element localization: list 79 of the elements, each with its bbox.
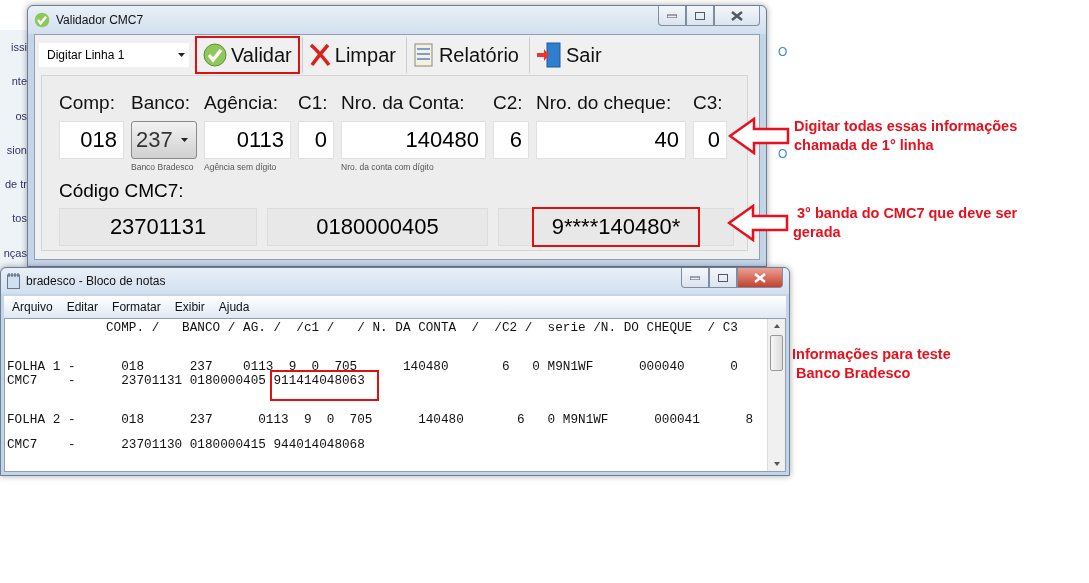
annotation-text: 3° banda do CMC7 que deve ser [796,204,1018,223]
menu-item[interactable]: Editar [60,300,105,314]
input-field[interactable]: 40 [536,121,686,159]
field-label: Nro. do cheque: [536,92,673,115]
notepad-icon [7,273,20,289]
sidebar-link[interactable]: de tr [5,167,27,202]
close-icon [731,10,743,21]
minimize-icon [690,275,700,280]
close-button[interactable] [714,6,760,26]
annotation-text: gerada [793,223,842,242]
minimize-button[interactable] [658,6,686,26]
exit-door-icon [535,42,562,68]
sidebar-link[interactable]: nte [11,64,27,99]
menu-item[interactable]: Exibir [168,300,211,314]
field-label: Banco: [131,92,192,115]
x-mark-icon [308,43,331,67]
input-field[interactable]: 6 [493,121,529,159]
sidebar-link[interactable]: nças [3,235,27,270]
field-label: Comp: [59,92,116,115]
input-field[interactable]: 140480 [341,121,486,159]
field-label: C3: [693,92,724,115]
report-button[interactable]: Relatório [405,36,527,74]
menu-item[interactable]: Ajuda [212,300,256,314]
sidebar-link[interactable]: tos [12,201,27,236]
link[interactable]: O [778,45,788,59]
field-label: C2: [493,92,524,115]
text-line: COMP. / BANCO / AG. / /c1 / / N. DA CONTA / /C2 / serie /N. DO CHEQUE / C3 [104,321,739,335]
field-label: C1: [298,92,329,115]
maximize-button[interactable] [686,6,714,26]
minimize-button[interactable] [681,268,709,288]
sidebar-link[interactable]: issi [11,30,27,65]
field-hint: Agência sem dígito [204,162,278,174]
link[interactable]: O [778,147,788,161]
app-icon [34,12,50,28]
annotation-text: Digitar todas essas informações [794,117,1018,136]
field-label: Agência: [204,92,279,115]
annotation-text: Banco Bradesco [795,364,912,383]
caret-icon [178,53,185,57]
input-field[interactable]: 018 [59,121,124,159]
cmc7-label: Código CMC7: [59,180,185,203]
sidebar-link[interactable]: os [15,98,27,133]
callout-arrow [727,204,789,242]
caret-icon [181,138,188,142]
report-icon [412,43,435,67]
field-hint: Nro. da conta com dígito [341,162,435,174]
text-area[interactable] [4,318,786,472]
exit-button[interactable]: Sair [528,36,610,74]
menu-item[interactable]: Formatar [106,300,167,314]
menu-item[interactable]: Arquivo [6,300,59,314]
field-label: Nro. da Conta: [341,92,466,115]
checkmark-icon [203,43,227,67]
input-field[interactable]: 0 [693,121,727,159]
field-hint: Banco Bradesco [131,162,195,174]
bank-dropdown[interactable]: 237 [131,121,197,159]
input-field[interactable]: 0113 [204,121,291,159]
window-title: bradesco - Bloco de notas [26,274,167,288]
window-title: Validador CMC7 [56,13,145,27]
close-icon [754,272,766,283]
close-button[interactable] [737,268,783,288]
minimize-icon [667,13,677,18]
annotation-text: chamada de 1° linha [794,136,935,155]
mode-dropdown[interactable]: Digitar Linha 1 [39,43,189,67]
annotation-text: Informações para teste [792,345,951,364]
maximize-button[interactable] [709,268,737,288]
band-value: 23701131 [108,213,208,241]
band-value: 0180000405 [315,213,440,241]
clear-button[interactable]: Limpar [301,36,404,74]
band-value: 9****140480* [531,207,701,247]
text-line: FOLHA 2 - 018 237 0113 9 0 705 140480 6 0 M9N1WF 000041 8 [7,413,755,427]
sidebar-link[interactable]: sion [6,132,27,168]
maximize-icon [695,11,705,20]
input-field[interactable]: 0 [298,121,334,159]
text-line: CMC7 - 23701131 0180000405 911414048063 [7,374,767,388]
text-line: FOLHA 1 - 018 237 0113 9 0 705 140480 6 0 M9N1WF 000040 0 [7,360,739,374]
text-line: CMC7 - 23701130 0180000415 944014048068 [7,438,366,452]
scroll-thumb[interactable] [770,335,783,371]
validate-button[interactable]: Validar [195,36,300,74]
scrollbar[interactable] [767,319,785,471]
maximize-icon [718,273,728,282]
